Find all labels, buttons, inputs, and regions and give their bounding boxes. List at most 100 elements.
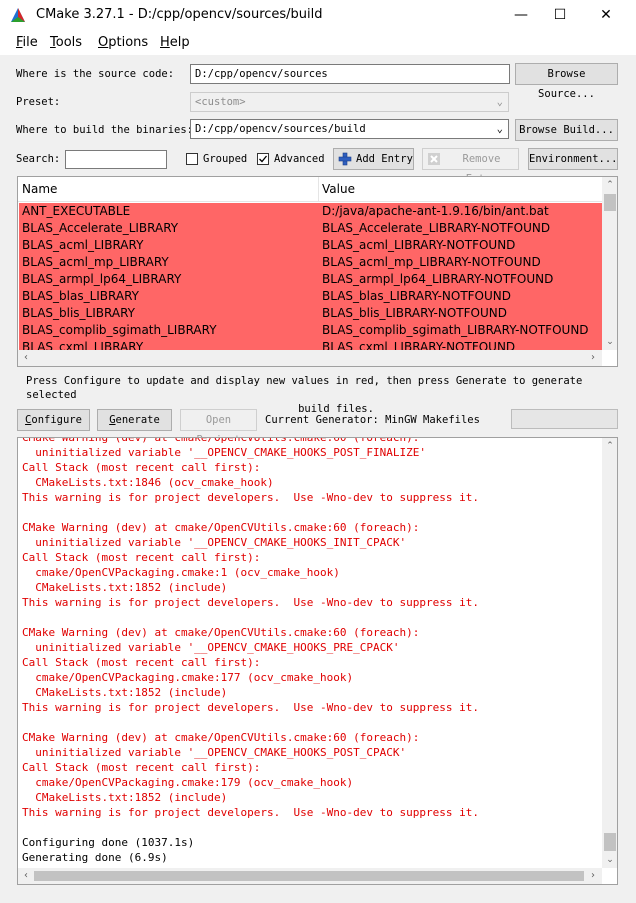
close-button[interactable]: ✕ (583, 0, 629, 31)
variable-name: BLAS_blas_LIBRARY (22, 289, 139, 303)
log-line: Call Stack (most recent call first): (22, 461, 261, 474)
browse-build-button[interactable]: Browse Build... (515, 119, 618, 141)
scroll-right-icon[interactable]: › (587, 868, 599, 884)
variable-name: BLAS_acml_LIBRARY (22, 238, 144, 252)
menu-help[interactable]: Help (160, 35, 190, 50)
log-line: cmake/OpenCVPackaging.cmake:179 (ocv_cma… (22, 776, 354, 789)
scroll-down-icon[interactable]: ⌄ (602, 334, 617, 350)
add-entry-button[interactable]: Add Entry (333, 148, 414, 170)
hint-line-1: Press Configure to update and display ne… (26, 375, 583, 401)
menu-tools[interactable]: Tools (50, 35, 82, 50)
generate-button[interactable]: Generate (97, 409, 172, 431)
scroll-down-icon[interactable]: ⌄ (602, 852, 617, 868)
browse-source-button[interactable]: Browse Source... (515, 63, 618, 100)
configure-button[interactable]: Configure (17, 409, 90, 431)
table-scroll-thumb[interactable] (604, 194, 616, 211)
column-divider[interactable] (318, 177, 319, 201)
output-hscroll-thumb[interactable] (34, 871, 584, 881)
progress-bar (511, 409, 618, 429)
window-title: CMake 3.27.1 - D:/cpp/opencv/sources/bui… (36, 7, 323, 22)
table-row[interactable]: ANT_EXECUTABLE D:/java/apache-ant-1.9.16/… (19, 203, 602, 220)
build-label: Where to build the binaries: (16, 124, 194, 136)
output-scroll-thumb[interactable] (604, 833, 616, 851)
variable-value[interactable]: BLAS_armpl_lp64_LIBRARY-NOTFOUND (322, 272, 553, 286)
log-line: Call Stack (most recent call first): (22, 656, 261, 669)
advanced-checkbox[interactable] (257, 153, 269, 165)
variable-name: BLAS_blis_LIBRARY (22, 306, 135, 320)
chevron-down-icon[interactable]: ⌄ (497, 120, 503, 138)
table-horizontal-scrollbar[interactable]: ‹ › (18, 350, 602, 366)
checkmark-icon (259, 155, 268, 163)
table-row[interactable]: BLAS_acml_mp_LIBRARY BLAS_acml_mp_LIBRARY… (19, 254, 602, 271)
menu-options[interactable]: Options (98, 35, 148, 50)
variable-value[interactable]: BLAS_blas_LIBRARY-NOTFOUND (322, 289, 511, 303)
source-label: Where is the source code: (16, 68, 175, 80)
variable-value[interactable]: BLAS_acml_mp_LIBRARY-NOTFOUND (322, 255, 541, 269)
advanced-label: Advanced (274, 153, 325, 165)
cache-variables-table[interactable]: Name Value ANT_EXECUTABLE D:/java/apache-… (17, 176, 618, 367)
output-horizontal-scrollbar[interactable]: ‹ › (18, 868, 602, 884)
main-panel: Where is the source code: D:/cpp/opencv/… (0, 55, 636, 903)
variable-value[interactable]: D:/java/apache-ant-1.9.16/bin/ant.bat (322, 204, 549, 218)
variable-name: BLAS_Accelerate_LIBRARY (22, 221, 179, 235)
log-line: Call Stack (most recent call first): (22, 761, 261, 774)
variable-value[interactable]: BLAS_complib_sgimath_LIBRARY-NOTFOUND (322, 323, 589, 337)
table-row[interactable]: BLAS_cxml_LIBRARY BLAS_cxml_LIBRARY-NOTFO… (19, 339, 602, 350)
table-row[interactable]: BLAS_blas_LIBRARY BLAS_blas_LIBRARY-NOTFO… (19, 288, 602, 305)
source-path-input[interactable]: D:/cpp/opencv/sources (190, 64, 510, 84)
column-header-value[interactable]: Value (322, 182, 355, 196)
scroll-right-icon[interactable]: › (587, 350, 599, 366)
variable-value[interactable]: BLAS_acml_LIBRARY-NOTFOUND (322, 238, 515, 252)
preset-value: <custom> (195, 96, 246, 108)
current-generator-text: Current Generator: MinGW Makefiles (265, 414, 480, 426)
output-vertical-scrollbar[interactable]: ⌃ ⌄ (602, 438, 617, 868)
menu-file[interactable]: File (16, 35, 38, 50)
table-row[interactable]: BLAS_armpl_lp64_LIBRARY BLAS_armpl_lp64_L… (19, 271, 602, 288)
table-vertical-scrollbar[interactable]: ⌃ ⌄ (602, 177, 617, 350)
variable-value[interactable]: BLAS_Accelerate_LIBRARY-NOTFOUND (322, 221, 550, 235)
log-line: CMakeLists.txt:1852 (include) (22, 581, 228, 594)
build-path-combobox[interactable]: D:/cpp/opencv/sources/build ⌄ (190, 119, 509, 139)
scroll-left-icon[interactable]: ‹ (20, 868, 32, 884)
search-input[interactable] (65, 150, 167, 169)
table-row[interactable]: BLAS_acml_LIBRARY BLAS_acml_LIBRARY-NOTFO… (19, 237, 602, 254)
chevron-down-icon: ⌄ (496, 96, 503, 108)
search-label: Search: (16, 153, 61, 165)
log-line: uninitialized variable '__OPENCV_CMAKE_H… (22, 446, 426, 459)
column-header-name[interactable]: Name (22, 182, 57, 196)
log-line: This warning is for project developers. … (22, 701, 479, 714)
table-row[interactable]: BLAS_complib_sgimath_LIBRARY BLAS_complib… (19, 322, 602, 339)
variable-name: ANT_EXECUTABLE (22, 204, 131, 218)
grouped-label: Grouped (203, 153, 248, 165)
maximize-button[interactable]: ☐ (537, 0, 583, 31)
log-line: CMake Warning (dev) at cmake/OpenCVUtils… (22, 731, 420, 744)
cmake-logo-icon (11, 8, 25, 22)
variable-value[interactable]: BLAS_blis_LIBRARY-NOTFOUND (322, 306, 507, 320)
open-project-button[interactable]: Open Project (180, 409, 257, 446)
table-row[interactable]: BLAS_blis_LIBRARY BLAS_blis_LIBRARY-NOTFO… (19, 305, 602, 322)
preset-label: Preset: (16, 96, 61, 108)
plus-icon (338, 152, 352, 166)
log-line: CMake Warning (dev) at cmake/OpenCVUtils… (22, 521, 420, 534)
remove-entry-button[interactable]: Remove Entry (422, 148, 519, 185)
output-log[interactable]: CMake Warning (dev) at cmake/OpenCVUtils… (17, 437, 618, 885)
scroll-up-icon[interactable]: ⌃ (602, 177, 617, 193)
variable-name: BLAS_cxml_LIBRARY (22, 340, 144, 350)
grouped-checkbox[interactable] (186, 153, 198, 165)
log-line: This warning is for project developers. … (22, 491, 479, 504)
log-line: CMakeLists.txt:1852 (include) (22, 791, 228, 804)
variable-value[interactable]: BLAS_cxml_LIBRARY-NOTFOUND (322, 340, 515, 350)
table-header: Name Value (18, 177, 602, 202)
output-text: CMake Warning (dev) at cmake/OpenCVUtils… (22, 438, 602, 865)
scroll-up-icon[interactable]: ⌃ (602, 438, 617, 454)
preset-select[interactable]: <custom> ⌄ (190, 92, 509, 112)
scroll-left-icon[interactable]: ‹ (20, 350, 32, 366)
log-line: CMake Warning (dev) at cmake/OpenCVUtils… (22, 626, 420, 639)
remove-icon (428, 153, 440, 165)
environment-button[interactable]: Environment... (528, 148, 618, 170)
table-row[interactable]: BLAS_Accelerate_LIBRARY BLAS_Accelerate_L… (19, 220, 602, 237)
add-entry-label: Add Entry (356, 153, 413, 165)
